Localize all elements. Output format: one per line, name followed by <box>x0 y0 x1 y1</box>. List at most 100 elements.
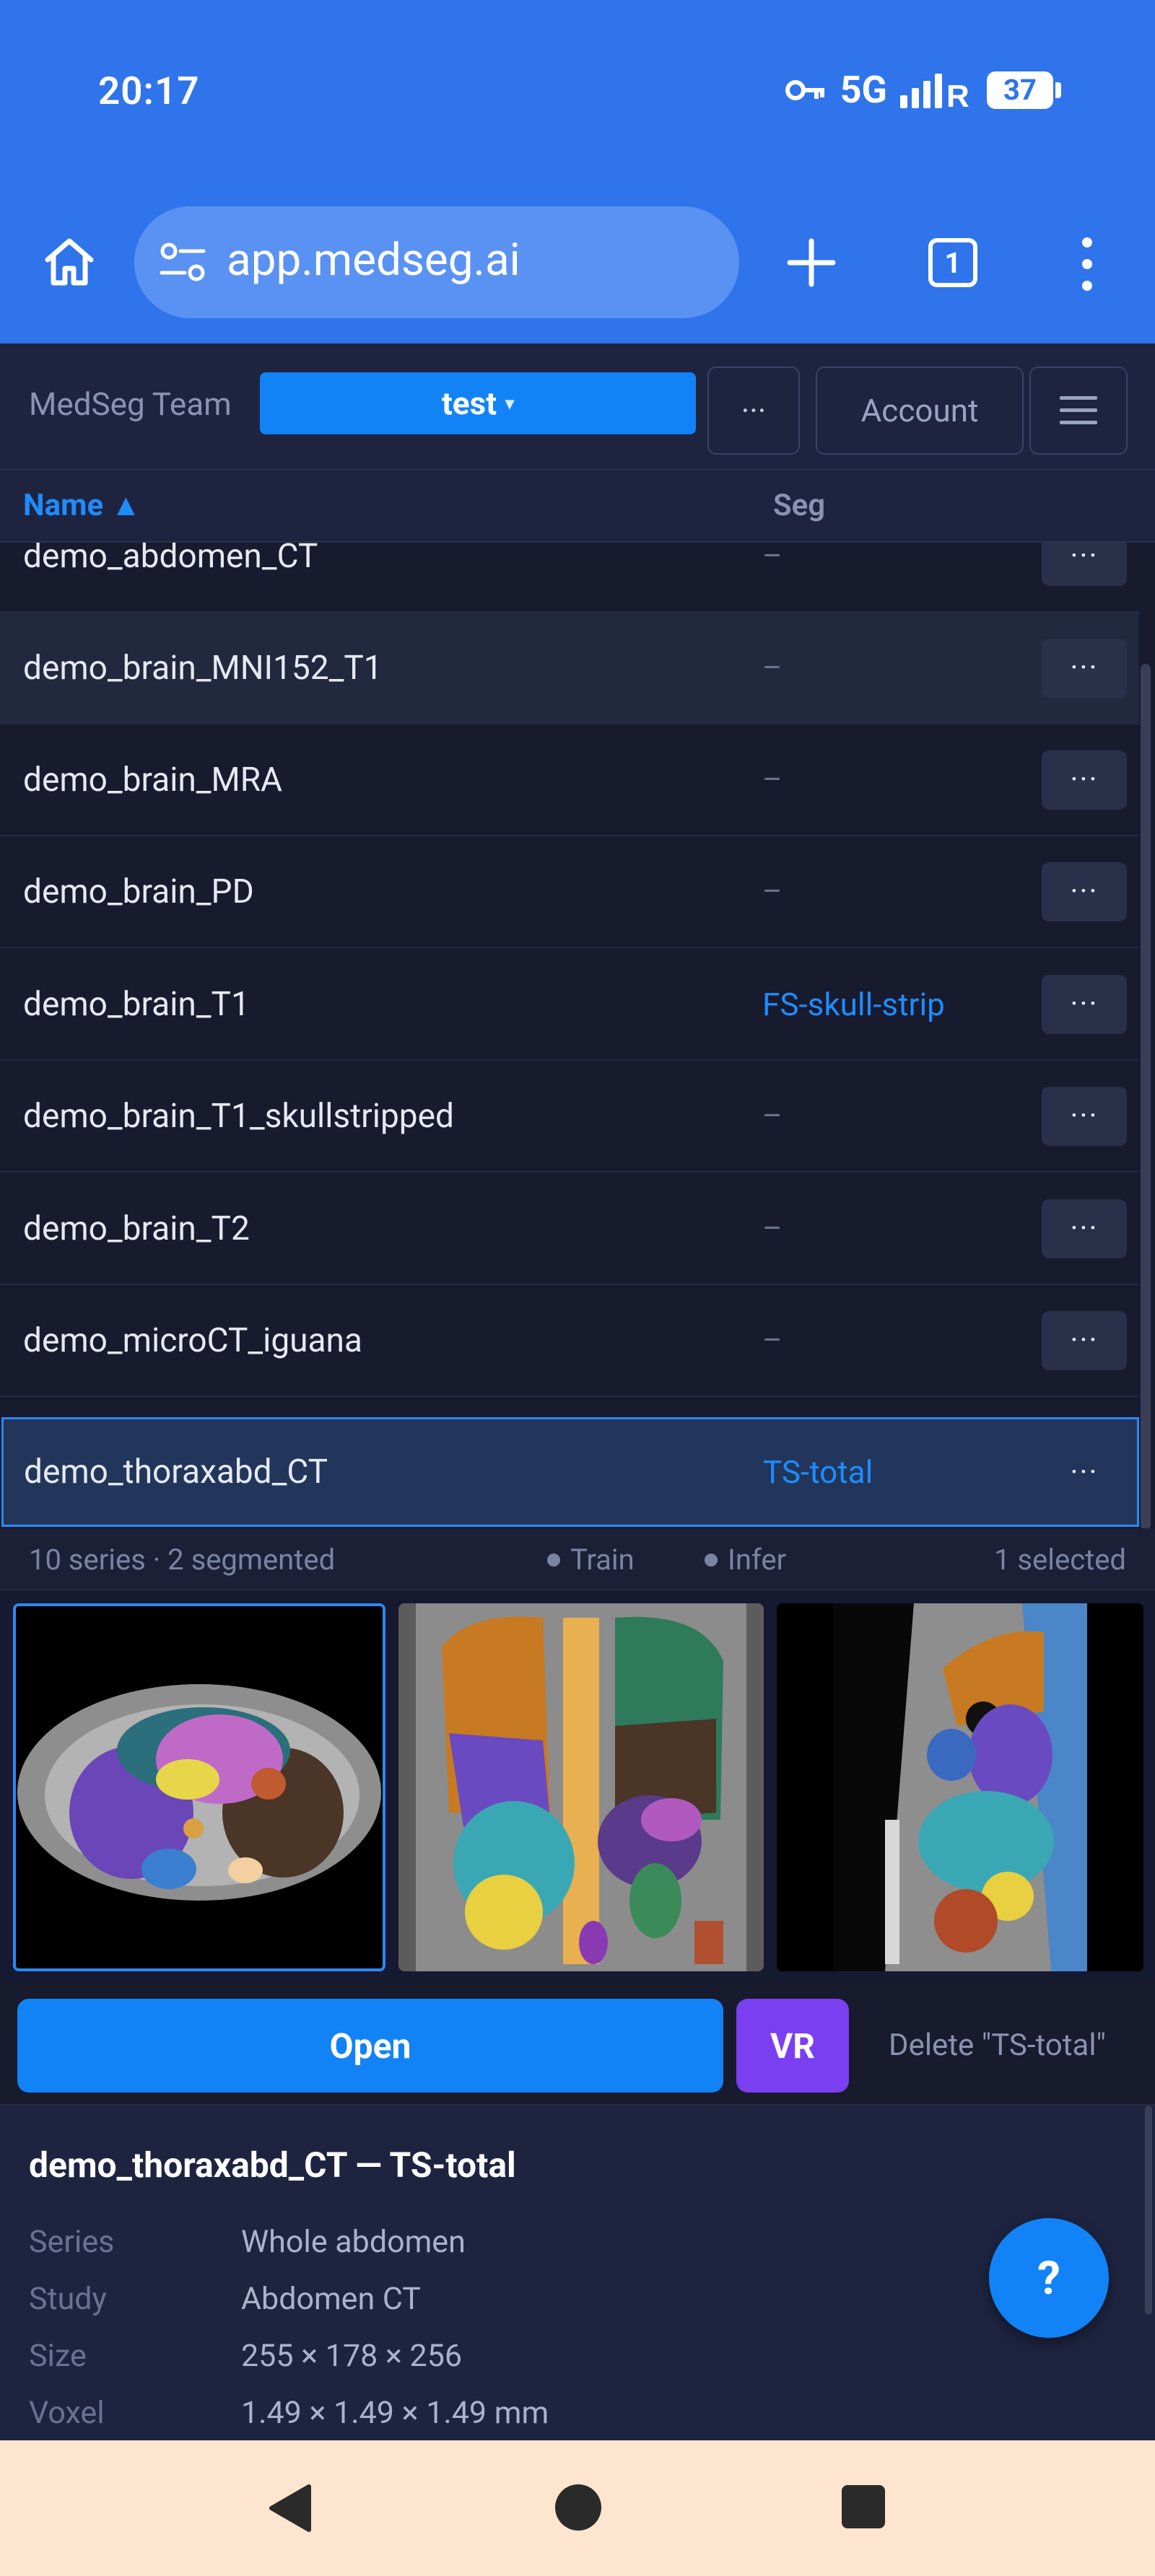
address-bar[interactable]: app.medseg.ai <box>134 206 739 318</box>
network-type: 5G <box>840 68 887 112</box>
series-seg: – <box>762 762 783 797</box>
row-more-button[interactable]: ··· <box>1042 862 1127 921</box>
browser-menu-icon[interactable] <box>1073 235 1102 293</box>
new-tab-icon[interactable] <box>785 237 837 289</box>
series-seg: – <box>762 650 783 685</box>
info-key: Study <box>29 2281 107 2317</box>
table-row[interactable]: demo_microCT_iguana – ··· <box>0 1285 1139 1397</box>
row-more-button[interactable]: ··· <box>1042 750 1127 810</box>
coronal-ct-image <box>398 1603 764 1971</box>
series-info-panel: demo_thoraxabd_CT — TS-total Series Whol… <box>0 2104 1155 2440</box>
info-scrollbar[interactable] <box>1145 2106 1152 2315</box>
project-name: test <box>441 385 497 422</box>
list-scrollbar[interactable] <box>1141 664 1151 1530</box>
site-settings-icon[interactable] <box>157 238 208 286</box>
info-value: Whole abdomen <box>241 2224 466 2260</box>
info-value: 1.49 × 1.49 × 1.49 mm <box>241 2395 549 2431</box>
column-header-seg[interactable]: Seg <box>773 488 825 523</box>
table-row[interactable]: demo_brain_MNI152_T1 – ··· <box>0 613 1139 724</box>
battery-level: 37 <box>987 71 1053 109</box>
info-key: Series <box>29 2224 115 2260</box>
series-seg: – <box>762 874 783 909</box>
row-more-button[interactable]: ··· <box>1042 1442 1127 1502</box>
series-name: demo_microCT_iguana <box>23 1320 362 1360</box>
tab-switcher-button[interactable]: 1 <box>928 238 977 287</box>
selection-count: 1 selected <box>994 1543 1126 1577</box>
series-stats-bar: 10 series · 2 segmented Train Infer 1 se… <box>0 1528 1155 1590</box>
table-row[interactable]: demo_brain_T2 – ··· <box>0 1173 1139 1285</box>
chevron-down-icon: ▾ <box>505 393 515 413</box>
vr-button[interactable]: VR <box>736 1999 849 2093</box>
help-button[interactable]: ? <box>989 2218 1109 2338</box>
infer-label: Infer <box>728 1543 787 1577</box>
table-header: Name ▲ Seg <box>0 470 1155 543</box>
preview-thumbnails <box>0 1590 1155 1980</box>
series-list[interactable]: demo_abdomen_CT – ··· demo_brain_MNI152_… <box>0 543 1155 1528</box>
info-value: Abdomen CT <box>241 2281 421 2317</box>
series-seg: – <box>762 543 783 574</box>
series-name: demo_brain_MNI152_T1 <box>23 648 383 688</box>
series-name: demo_brain_MRA <box>23 760 283 799</box>
svg-text:R: R <box>946 79 969 108</box>
delete-seg-link[interactable]: Delete "TS-total" <box>889 2028 1106 2063</box>
sagittal-ct-image <box>777 1603 1143 1971</box>
train-label: Train <box>570 1543 635 1577</box>
table-row[interactable]: demo_abdomen_CT – ··· <box>0 543 1139 613</box>
account-button[interactable]: Account <box>816 367 1024 455</box>
status-icons: 5G R 37 <box>785 68 1061 112</box>
hamburger-icon <box>1060 396 1097 424</box>
info-title: demo_thoraxabd_CT — TS-total <box>29 2145 516 2186</box>
status-time: 20:17 <box>98 69 200 113</box>
row-more-button[interactable]: ··· <box>1042 1086 1127 1146</box>
table-row[interactable]: demo_brain_T1_skullstripped – ··· <box>0 1061 1139 1173</box>
sagittal-preview[interactable] <box>777 1603 1143 1971</box>
status-dot-icon <box>547 1553 560 1567</box>
project-more-button[interactable]: ··· <box>707 367 800 455</box>
series-name: demo_brain_T1_skullstripped <box>23 1096 454 1136</box>
home-nav-icon[interactable] <box>553 2482 603 2533</box>
info-key: Voxel <box>29 2395 105 2431</box>
browser-chrome: 20:17 5G R 37 app.medseg.ai 1 <box>0 0 1155 343</box>
infer-status: Infer <box>705 1543 786 1577</box>
series-name: demo_thoraxabd_CT <box>24 1453 328 1491</box>
open-button[interactable]: Open <box>17 1999 723 2093</box>
column-header-name[interactable]: Name ▲ <box>23 488 141 523</box>
row-more-button[interactable]: ··· <box>1042 638 1127 698</box>
coronal-preview[interactable] <box>398 1603 764 1971</box>
status-dot-icon <box>705 1553 718 1567</box>
series-name: demo_abdomen_CT <box>23 543 318 576</box>
system-nav-bar <box>0 2440 1155 2576</box>
series-seg: – <box>762 1323 783 1358</box>
signal-icon: R <box>900 73 969 108</box>
series-seg: – <box>762 1211 783 1246</box>
row-more-button[interactable]: ··· <box>1042 1310 1127 1370</box>
train-status: Train <box>547 1543 635 1577</box>
project-selector[interactable]: test ▾ <box>260 372 696 434</box>
series-summary: 10 series · 2 segmented <box>29 1543 336 1577</box>
axial-preview[interactable] <box>13 1603 385 1971</box>
app-toolbar: MedSeg Team test ▾ ··· Account <box>0 343 1155 470</box>
info-key: Size <box>29 2338 87 2374</box>
team-name[interactable]: MedSeg Team <box>29 385 232 423</box>
series-name: demo_brain_T1 <box>23 984 250 1024</box>
recents-icon[interactable] <box>840 2484 886 2530</box>
back-icon[interactable] <box>266 2482 315 2534</box>
table-row[interactable]: demo_brain_MRA – ··· <box>0 724 1139 836</box>
battery-icon: 37 <box>987 71 1061 109</box>
series-name: demo_brain_PD <box>23 872 254 911</box>
table-row[interactable]: demo_brain_T1 FS-skull-strip ··· <box>0 949 1139 1061</box>
series-seg-link[interactable]: FS-skull-strip <box>762 986 945 1023</box>
url-text[interactable]: app.medseg.ai <box>227 234 520 286</box>
home-icon[interactable] <box>40 232 98 290</box>
series-seg-link[interactable]: TS-total <box>763 1453 873 1491</box>
row-more-button[interactable]: ··· <box>1042 974 1127 1034</box>
table-row[interactable]: demo_brain_PD – ··· <box>0 836 1139 948</box>
series-name: demo_brain_T2 <box>23 1209 250 1248</box>
axial-ct-image <box>16 1606 383 1968</box>
vpn-key-icon <box>785 79 824 100</box>
row-more-button[interactable]: ··· <box>1042 543 1127 586</box>
table-row-selected[interactable]: demo_thoraxabd_CT TS-total ··· <box>1 1417 1139 1527</box>
info-value: 255 × 178 × 256 <box>241 2338 463 2374</box>
hamburger-menu-button[interactable] <box>1029 367 1128 455</box>
row-more-button[interactable]: ··· <box>1042 1199 1127 1258</box>
